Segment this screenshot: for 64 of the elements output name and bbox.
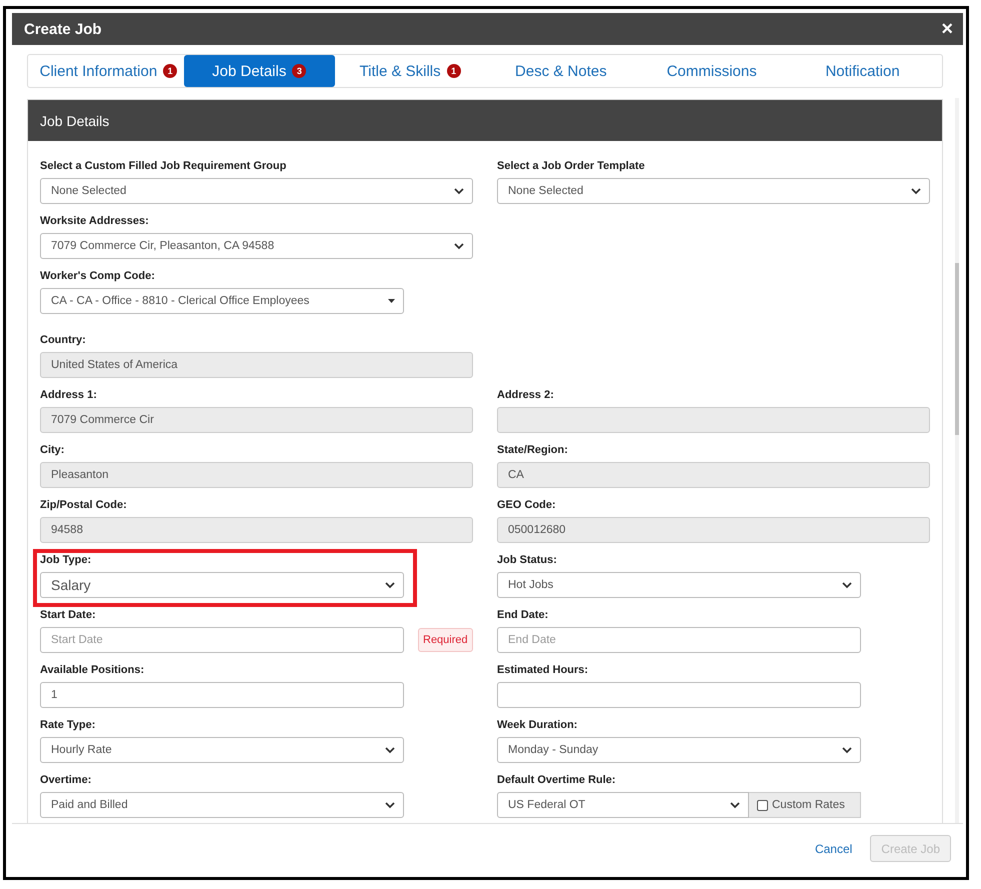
select-field[interactable]: Hot Jobs [497, 572, 861, 598]
field-label: Rate Type: [40, 719, 96, 731]
field-label: Overtime: [40, 774, 92, 786]
chevron-down-icon [385, 582, 395, 588]
select-field[interactable]: Hourly Rate [40, 737, 404, 763]
field-label: Select a Custom Filled Job Requirement Group [40, 160, 288, 172]
panel-title: Job Details [28, 100, 942, 141]
field-label: Address 1: [40, 389, 98, 401]
field-label: Default Overtime Rule: [497, 774, 617, 786]
required-note: Required [418, 628, 473, 652]
tab[interactable]: Desc & Notes [485, 55, 636, 87]
input-field[interactable]: 1 [40, 682, 404, 708]
chevron-down-icon [842, 746, 852, 754]
readonly-field: United States of America [40, 352, 473, 378]
chevron-down-icon [454, 188, 464, 194]
window-title: Create Job [24, 20, 102, 38]
field-label: Worker's Comp Code: [40, 270, 156, 282]
select-field[interactable]: US Federal OT [497, 792, 749, 818]
select-field[interactable]: Monday - Sunday [497, 737, 861, 763]
field-label: Week Duration: [497, 719, 578, 731]
count-badge: 1 [446, 64, 461, 78]
tab[interactable]: Client Information 1 [33, 55, 184, 87]
tab[interactable]: Job Details 3 [184, 55, 335, 87]
select-field[interactable]: None Selected [497, 178, 930, 204]
field-label: Zip/Postal Code: [40, 499, 128, 511]
field-label: Job Type: [40, 554, 92, 566]
chevron-down-icon [385, 746, 395, 754]
select-field[interactable]: Salary [40, 572, 404, 598]
chevron-down-icon [385, 802, 395, 808]
cancel-link[interactable]: Cancel [814, 842, 852, 856]
tab[interactable]: Title & Skills 1 [334, 55, 486, 87]
custom-rates-checkbox[interactable]: Custom Rates [749, 792, 861, 818]
count-badge: 3 [292, 64, 306, 78]
field-label: State/Region: [497, 444, 569, 456]
chevron-down-icon [454, 242, 464, 250]
field-label: Estimated Hours: [497, 664, 590, 676]
chevron-down-icon [730, 802, 740, 808]
select-field[interactable]: None Selected [40, 178, 473, 204]
select-field[interactable]: Paid and Billed [40, 792, 404, 818]
field-label: Start Date: [40, 609, 97, 621]
tab[interactable]: Notification [787, 55, 938, 87]
count-badge: 1 [163, 64, 178, 78]
select-field[interactable]: CA - CA - Office - 8810 - Clerical Office Employees [40, 288, 404, 314]
field-label: Address 2: [497, 389, 555, 401]
field-label: Worksite Addresses: [40, 215, 150, 227]
readonly-field: 7079 Commerce Cir [40, 407, 473, 433]
close-button[interactable]: × [941, 19, 953, 39]
select-field[interactable]: 7079 Commerce Cir, Pleasanton, CA 94588 [40, 233, 473, 259]
field-label: GEO Code: [497, 499, 557, 511]
field-label: End Date: [497, 609, 550, 621]
field-label: Country: [40, 334, 87, 346]
chevron-down-icon [911, 188, 921, 194]
caret-down-icon [388, 299, 395, 303]
input-field[interactable] [497, 682, 861, 708]
readonly-field: CA [497, 462, 930, 488]
tab[interactable]: Commissions [636, 55, 788, 87]
field-label: Select a Job Order Template [497, 160, 646, 172]
readonly-field: 050012680 [497, 517, 930, 543]
readonly-field: 94588 [40, 517, 473, 543]
readonly-field: Pleasanton [40, 462, 473, 488]
chevron-down-icon [842, 582, 852, 588]
field-label: Job Status: [497, 554, 558, 566]
field-label: Available Positions: [40, 664, 146, 676]
field-label: City: [40, 444, 66, 456]
